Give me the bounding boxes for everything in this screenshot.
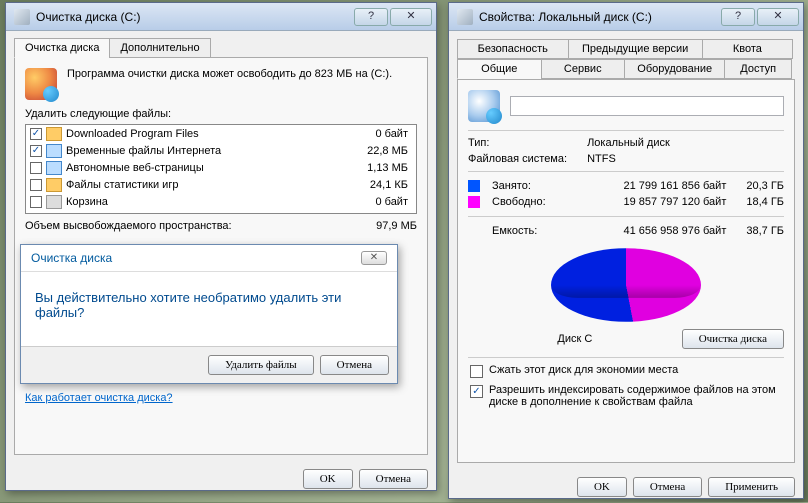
confirm-dialog: Очистка диска ✕ Вы действительно хотите …	[20, 244, 398, 384]
index-checkbox[interactable]: ✓	[470, 385, 483, 398]
checkbox[interactable]: ✓	[30, 145, 42, 157]
tab-quota[interactable]: Квота	[702, 39, 793, 59]
drive-big-icon	[468, 90, 500, 122]
confirm-cancel-button[interactable]: Отмена	[320, 355, 389, 375]
folder-icon	[46, 178, 62, 192]
fs-value: NTFS	[587, 153, 784, 165]
list-item[interactable]: Корзина 0 байт	[26, 193, 416, 210]
type-value: Локальный диск	[587, 137, 784, 149]
apply-button[interactable]: Применить	[708, 477, 795, 497]
drive-properties-dialog: Свойства: Локальный диск (C:) ? ✕ Безопа…	[448, 2, 804, 499]
recycle-icon	[46, 195, 62, 209]
titlebar[interactable]: Свойства: Локальный диск (C:) ? ✕	[449, 3, 803, 31]
cancel-button[interactable]: Отмена	[633, 477, 702, 497]
checkbox[interactable]	[30, 162, 42, 174]
tab-security[interactable]: Безопасность	[457, 39, 569, 59]
cap-gb: 38,7 ГБ	[746, 225, 784, 237]
compress-label: Сжать этот диск для экономии места	[489, 364, 678, 376]
confirm-delete-button[interactable]: Удалить файлы	[208, 355, 314, 375]
cap-label: Емкость:	[492, 225, 537, 237]
tab-prevversions[interactable]: Предыдущие версии	[568, 39, 703, 59]
delete-files-label: Удалить следующие файлы:	[25, 108, 417, 120]
tab-service[interactable]: Сервис	[541, 59, 626, 79]
titlebar[interactable]: Очистка диска (C:) ? ✕	[6, 3, 436, 31]
fs-label: Файловая система:	[468, 153, 567, 165]
cleanup-icon	[25, 68, 57, 100]
used-gb: 20,3 ГБ	[746, 180, 784, 192]
window-title: Очистка диска (C:)	[36, 10, 352, 24]
tab-advanced[interactable]: Дополнительно	[109, 38, 210, 58]
cleanup-button[interactable]: Очистка диска	[682, 329, 784, 349]
close-button[interactable]: ✕	[757, 8, 799, 26]
free-gb: 18,4 ГБ	[746, 196, 784, 208]
type-label: Тип:	[468, 137, 567, 149]
list-item[interactable]: Автономные веб-страницы 1,13 МБ	[26, 159, 416, 176]
ok-button[interactable]: OK	[303, 469, 353, 489]
tab-strip: Очистка диска Дополнительно	[14, 38, 428, 58]
cancel-button[interactable]: Отмена	[359, 469, 428, 489]
used-color-swatch	[468, 180, 480, 192]
compress-checkbox[interactable]	[470, 365, 483, 378]
used-bytes: 21 799 161 856 байт	[556, 180, 727, 192]
tab-general[interactable]: Общие	[457, 59, 542, 79]
close-button[interactable]: ✕	[390, 8, 432, 26]
close-icon[interactable]: ✕	[361, 251, 387, 265]
file-icon	[46, 161, 62, 175]
drive-icon	[457, 9, 473, 25]
file-list[interactable]: ✓ Downloaded Program Files 0 байт ✓ Врем…	[25, 124, 417, 214]
file-icon	[46, 144, 62, 158]
checkbox[interactable]	[30, 179, 42, 191]
tab-cleanup[interactable]: Очистка диска	[14, 38, 110, 58]
window-title: Свойства: Локальный диск (C:)	[479, 10, 719, 24]
app-icon	[14, 9, 30, 25]
ok-button[interactable]: OK	[577, 477, 627, 497]
help-button[interactable]: ?	[721, 8, 755, 26]
drive-name-input[interactable]	[510, 96, 784, 116]
disk-usage-pie	[551, 248, 701, 322]
list-item[interactable]: ✓ Downloaded Program Files 0 байт	[26, 125, 416, 142]
checkbox[interactable]: ✓	[30, 128, 42, 140]
tab-sharing[interactable]: Доступ	[724, 59, 792, 79]
space-table: Занято: 21 799 161 856 байт 20,3 ГБ Своб…	[468, 180, 784, 208]
free-bytes: 19 857 797 120 байт	[556, 196, 727, 208]
confirm-title: Очистка диска	[31, 251, 112, 265]
index-label: Разрешить индексировать содержимое файло…	[489, 384, 782, 408]
list-item[interactable]: Файлы статистики игр 24,1 КБ	[26, 176, 416, 193]
help-button[interactable]: ?	[354, 8, 388, 26]
cap-bytes: 41 656 958 976 байт	[547, 225, 726, 237]
folder-icon	[46, 127, 62, 141]
used-label: Занято:	[492, 180, 546, 192]
intro-text: Программа очистки диска может освободить…	[67, 68, 417, 80]
tab-hardware[interactable]: Оборудование	[624, 59, 725, 79]
free-color-swatch	[468, 196, 480, 208]
checkbox[interactable]	[30, 196, 42, 208]
help-link[interactable]: Как работает очистка диска?	[25, 392, 173, 404]
list-item[interactable]: ✓ Временные файлы Интернета 22,8 МБ	[26, 142, 416, 159]
freed-value: 97,9 МБ	[376, 220, 417, 232]
free-label: Свободно:	[492, 196, 546, 208]
confirm-question: Вы действительно хотите необратимо удали…	[21, 272, 397, 346]
pie-label: Диск C	[468, 333, 682, 345]
freed-label: Объем высвобождаемого пространства:	[25, 220, 232, 232]
